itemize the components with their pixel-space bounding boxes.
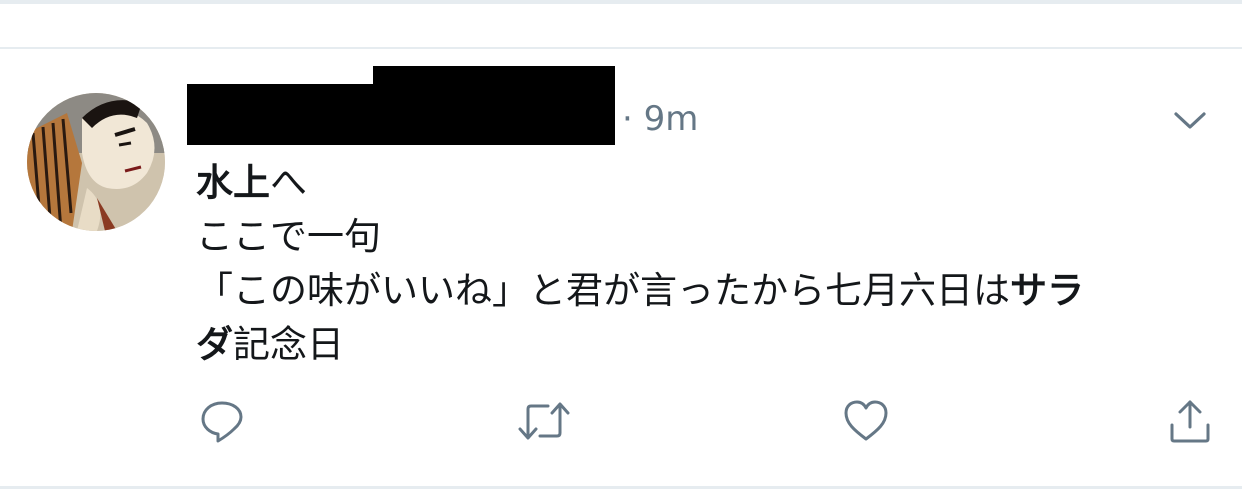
like-icon[interactable] (840, 395, 892, 447)
meta-separator: · (622, 99, 633, 139)
tweet-text-line-2: ここで一句 (196, 215, 381, 258)
bold-text: サラ (1010, 269, 1084, 312)
bottom-divider (0, 486, 1242, 489)
reply-icon[interactable] (196, 395, 248, 447)
tweet-meta: · 9m (622, 98, 698, 140)
tweet-text: 水上へ ここで一句 「この味がいいね」と君が言ったから七月六日はサラ ダ記念日 (196, 156, 1226, 372)
bold-text: ダ (196, 323, 233, 366)
tweet-text-line-3: 「この味がいいね」と君が言ったから七月六日はサラ (196, 264, 1226, 318)
author-name-redacted (187, 66, 615, 145)
avatar[interactable] (27, 93, 165, 231)
timestamp[interactable]: 9m (644, 99, 699, 139)
tweet-text-line-4: ダ記念日 (196, 318, 1226, 372)
tweet-text-line-1: 水上へ (196, 156, 1226, 210)
section-divider (0, 47, 1242, 49)
retweet-icon[interactable] (518, 395, 570, 447)
text-span: へ (270, 161, 307, 204)
tweet-actions (0, 395, 1242, 451)
chevron-down-icon[interactable] (1170, 100, 1210, 140)
text-span: 記念日 (233, 323, 344, 366)
top-divider (0, 0, 1242, 4)
text-span: 「この味がいいね」と君が言ったから七月六日は (196, 269, 1010, 312)
share-icon[interactable] (1164, 395, 1216, 447)
bold-text: 水上 (196, 161, 270, 204)
